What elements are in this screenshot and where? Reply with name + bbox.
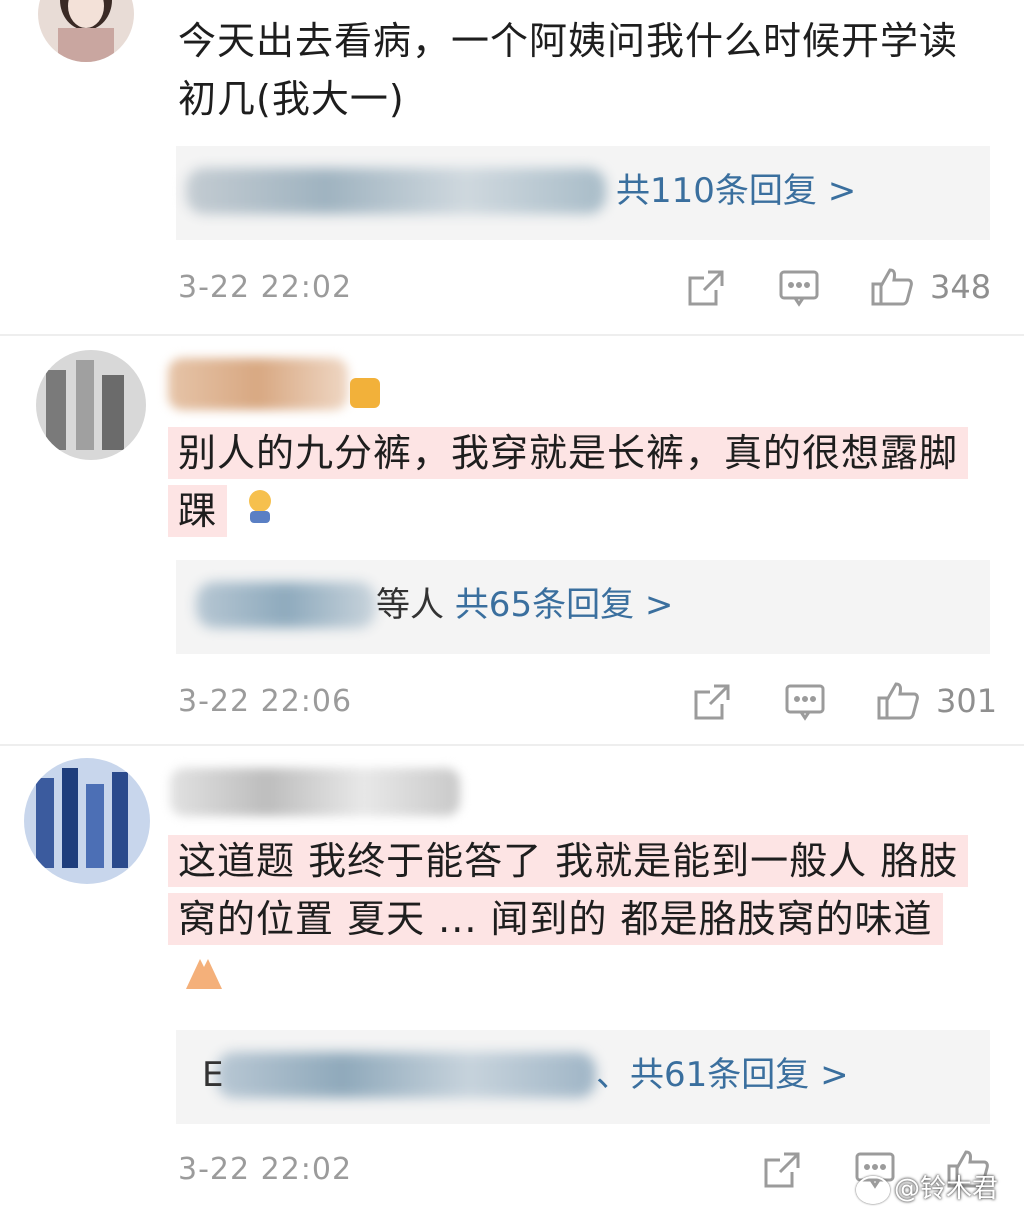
reply-count-link[interactable]: 共110条回复 > — [616, 168, 856, 214]
emoji-icon — [240, 485, 280, 543]
reply-prefix: 等人 — [376, 585, 444, 625]
share-icon[interactable] — [762, 1150, 802, 1190]
comment-icon[interactable] — [778, 268, 820, 308]
like-count: 348 — [930, 268, 992, 306]
reply-preview[interactable]: 共110条回复 > — [176, 146, 990, 240]
username[interactable] — [168, 358, 348, 410]
reply-count-link[interactable]: 等人 共65条回复 > — [376, 582, 673, 628]
reply-preview[interactable]: E 、共61条回复 > — [176, 1030, 990, 1124]
emoji-icon — [178, 951, 230, 1009]
comment-text: 别人的九分裤，我穿就是长裤，真的很想露脚踝 — [168, 424, 978, 543]
comment-highlight: 别人的九分裤，我穿就是长裤，真的很想露脚踝 — [168, 427, 969, 537]
comment-text: 今天出去看病，一个阿姨问我什么时候开学读初几(我大一) — [178, 19, 959, 121]
reply-count-link[interactable]: E — [202, 1052, 223, 1098]
timestamp: 3-22 22:02 — [178, 270, 353, 305]
avatar[interactable] — [38, 0, 134, 62]
divider — [0, 744, 1024, 746]
watermark-text: @铃木君 — [894, 1174, 999, 1204]
share-icon[interactable] — [686, 268, 726, 308]
like-icon[interactable] — [876, 680, 920, 722]
weibo-logo-icon — [856, 1175, 890, 1204]
like-count: 301 — [936, 682, 998, 720]
avatar[interactable] — [36, 350, 146, 460]
reply-count: 共65条回复 > — [454, 585, 674, 625]
timestamp: 3-22 22:06 — [178, 684, 353, 719]
share-icon[interactable] — [692, 682, 732, 722]
comment-highlight: 这道题 我终于能答了 我就是能到一般人 胳肢窝的位置 夏天 ... 闻到的 都是… — [168, 835, 969, 945]
like-icon[interactable] — [870, 266, 914, 308]
username[interactable] — [170, 768, 460, 816]
timestamp: 3-22 22:02 — [178, 1152, 353, 1187]
watermark: @铃木君 — [856, 1168, 998, 1205]
reply-preview[interactable]: 等人 共65条回复 > — [176, 560, 990, 654]
vip-badge-icon — [350, 378, 380, 408]
divider — [0, 334, 1024, 336]
reply-count[interactable]: 、共61条回复 > — [596, 1052, 849, 1098]
comment-icon[interactable] — [784, 682, 826, 722]
reply-prefix: E — [202, 1055, 224, 1095]
comment-text: 这道题 我终于能答了 我就是能到一般人 胳肢窝的位置 夏天 ... 闻到的 都是… — [168, 832, 978, 1009]
avatar[interactable] — [24, 758, 150, 884]
